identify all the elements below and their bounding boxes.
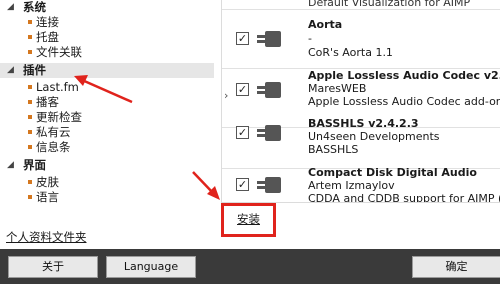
collapse-arrow-icon[interactable]: ◢: [7, 158, 14, 173]
bullet-icon: [28, 84, 32, 89]
bullet-icon: [28, 114, 32, 119]
plugin-checkbox[interactable]: ✓: [236, 126, 249, 139]
plugin-icon: [257, 177, 281, 193]
plugin-checkbox[interactable]: ✓: [236, 83, 249, 96]
language-button[interactable]: Language: [106, 256, 196, 278]
tree-item-connection[interactable]: 连接: [28, 15, 59, 30]
plugin-row[interactable]: ✓ Compact Disk Digital Audio Artem Izmay…: [222, 158, 500, 203]
bullet-icon: [28, 144, 32, 149]
bullet-icon: [28, 34, 32, 39]
tree-group-system[interactable]: ◢ 系统: [0, 0, 214, 15]
plugin-checkbox[interactable]: ✓: [236, 178, 249, 191]
plugin-icon: [257, 125, 281, 141]
plugin-desc: Apple Lossless Audio Codec add-on for: [308, 95, 500, 108]
plugin-name: BASSHLS v2.4.2.3: [308, 117, 419, 130]
tree-group-plugins[interactable]: ◢ 插件: [0, 63, 214, 78]
profile-folder-link[interactable]: 个人资料文件夹: [6, 229, 87, 245]
plugin-name: Aorta: [308, 18, 343, 31]
tree-item-podcast[interactable]: 播客: [28, 95, 59, 110]
plugin-icon: [257, 31, 281, 47]
plugin-desc: CDDA and CDDB support for AIMP (basse: [308, 192, 500, 203]
ok-button[interactable]: 确定: [412, 256, 500, 278]
plugin-desc: CoR's Aorta 1.1: [308, 46, 393, 59]
plugin-desc: BASSHLS: [308, 143, 359, 156]
plugin-checkbox[interactable]: ✓: [236, 32, 249, 45]
bullet-icon: [28, 179, 32, 184]
bullet-icon: [28, 99, 32, 104]
plugin-list: Default Visualization for AIMP ✓ Aorta -…: [221, 0, 500, 203]
plugin-desc: Default Visualization for AIMP: [308, 0, 471, 9]
plugin-author: Un4seen Developments: [308, 130, 440, 143]
collapse-arrow-icon[interactable]: ◢: [7, 63, 14, 78]
tree-group-interface[interactable]: ◢ 界面: [0, 158, 214, 173]
plugin-row[interactable]: ✓ Aorta - CoR's Aorta 1.1: [222, 10, 500, 69]
collapse-arrow-icon[interactable]: ◢: [7, 0, 14, 15]
tree-item-private-cloud[interactable]: 私有云: [28, 125, 71, 140]
settings-tree: ◢ 系统 连接 托盘 文件关联 ◢ 插件 Last.fm 播客 更新检查 私有云…: [0, 0, 214, 246]
bullet-icon: [28, 129, 32, 134]
bullet-icon: [28, 19, 32, 24]
tree-item-lastfm[interactable]: Last.fm: [28, 80, 79, 95]
plugin-author: Artem Izmaylov: [308, 179, 395, 192]
tree-group-label: 插件: [23, 63, 46, 77]
tree-item-tray[interactable]: 托盘: [28, 30, 59, 45]
plugin-author: MaresWEB: [308, 82, 367, 95]
bullet-icon: [28, 49, 32, 54]
tree-item-infobar[interactable]: 信息条: [28, 140, 71, 155]
plugin-name: Apple Lossless Audio Codec v2.4.3.0: [308, 69, 500, 82]
tree-item-language[interactable]: 语言: [28, 190, 59, 205]
expand-chevron-icon[interactable]: ›: [224, 89, 228, 102]
tree-group-label: 系统: [23, 0, 46, 14]
plugin-author: -: [308, 32, 312, 45]
bullet-icon: [28, 194, 32, 199]
tree-item-update-check[interactable]: 更新检查: [28, 110, 82, 125]
about-button[interactable]: 关于: [8, 256, 98, 278]
tree-item-file-assoc[interactable]: 文件关联: [28, 45, 82, 60]
plugin-name: Compact Disk Digital Audio: [308, 166, 477, 179]
annotation-highlight-box: [221, 203, 276, 237]
tree-group-label: 界面: [23, 158, 46, 172]
plugin-icon: [257, 82, 281, 98]
tree-item-skin[interactable]: 皮肤: [28, 175, 59, 190]
